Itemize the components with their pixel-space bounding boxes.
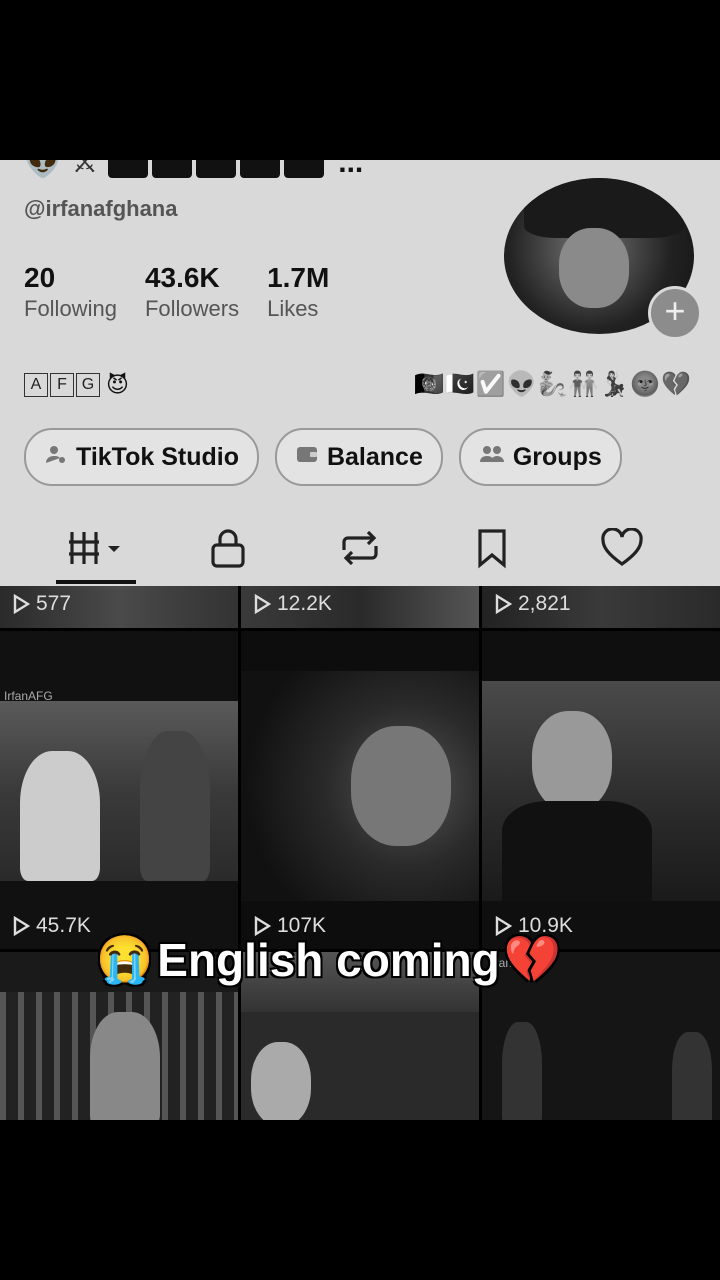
video-tile[interactable]: 10.9K [482, 631, 720, 949]
tab-liked[interactable] [594, 520, 650, 580]
add-avatar-button[interactable]: + [648, 286, 702, 340]
bio-letter: G [76, 373, 100, 397]
play-icon [254, 594, 271, 614]
heart-icon [600, 526, 644, 573]
bookmark-icon [474, 527, 510, 574]
alien-icon: 👽 [24, 160, 62, 179]
video-tile[interactable]: 577 [0, 586, 238, 628]
video-grid: 577 12.2K 2,821 IrfanAFG 45.7K 107K 10.9… [0, 586, 720, 1120]
wallet-icon [295, 442, 319, 472]
crying-face-icon: 😭 [96, 933, 154, 985]
view-count: 577 [12, 592, 71, 616]
balance-button[interactable]: Balance [274, 428, 443, 486]
stat-value: 1.7M [267, 262, 330, 293]
stat-likes[interactable]: 1.7M Likes [267, 262, 329, 324]
caption-text: English coming [157, 933, 500, 986]
bio-letter: A [24, 373, 48, 397]
video-tile[interactable]: 2,821 [482, 586, 720, 628]
name-ellipsis: ... [338, 160, 364, 179]
repost-icon [338, 528, 382, 573]
view-count: 2,821 [494, 592, 571, 616]
watermark: IrfanAFG [4, 689, 53, 703]
bio-left: A F G 😈 [24, 372, 129, 398]
videos-grid-icon [66, 528, 126, 573]
play-icon [13, 594, 30, 614]
profile-name-row: 👽 ⚔ ... [24, 160, 363, 183]
bio-letter: F [50, 373, 74, 397]
bio-emojis: 🇦🇫🇵🇰✅👽🧞👬💃🌚💔 [414, 371, 692, 398]
profile-stats: 20 Following 43.6K Followers 1.7M Likes [24, 262, 329, 324]
button-label: TikTok Studio [76, 442, 239, 471]
lock-icon [208, 527, 248, 574]
view-count-label: 577 [36, 592, 72, 615]
profile-tabs [0, 520, 720, 584]
stat-label: Following [24, 296, 117, 321]
view-count-label: 12.2K [277, 592, 332, 615]
video-tile[interactable]: 12.2K [241, 586, 479, 628]
stat-following[interactable]: 20 Following [24, 262, 117, 324]
video-tile[interactable]: IrfanAFG 45.7K [0, 631, 238, 949]
button-label: Balance [326, 442, 423, 471]
groups-icon [479, 442, 505, 472]
stat-value: 20 [24, 262, 56, 293]
devil-icon: 😈 [106, 372, 129, 397]
groups-button[interactable]: Groups [458, 428, 622, 486]
profile-handle: @irfanafghana [24, 196, 178, 221]
view-count: 12.2K [253, 592, 332, 616]
stat-value: 43.6K [144, 262, 220, 293]
tab-videos[interactable] [56, 520, 136, 580]
broken-heart-icon: 💔 [503, 933, 562, 985]
user-gear-icon [44, 442, 68, 472]
view-count-label: 45.7K [36, 914, 91, 937]
view-count: 45.7K [12, 914, 91, 938]
stat-followers[interactable]: 43.6K Followers [145, 262, 239, 324]
crossed-swords-icon: ⚔ [71, 160, 99, 179]
button-label: Groups [512, 442, 602, 471]
tab-reposts[interactable] [332, 520, 388, 580]
profile-action-buttons: TikTok Studio Balance Groups [24, 428, 622, 486]
stat-label: Followers [144, 296, 240, 321]
tab-private[interactable] [200, 520, 256, 580]
view-count-label: 2,821 [518, 592, 571, 615]
tiktok-studio-button[interactable]: TikTok Studio [24, 428, 259, 486]
name-blocks [108, 160, 328, 183]
tab-active-indicator [56, 580, 136, 584]
profile-screen: 👽 ⚔ ... @irfanafghana 20 Following 43.6K… [0, 160, 720, 1120]
play-icon [495, 594, 512, 614]
stat-label: Likes [267, 296, 319, 321]
caption-overlay: 😭 English coming 💔 [96, 932, 561, 987]
play-icon [13, 916, 30, 936]
video-tile[interactable]: 107K [241, 631, 479, 949]
tab-saved[interactable] [464, 520, 520, 580]
